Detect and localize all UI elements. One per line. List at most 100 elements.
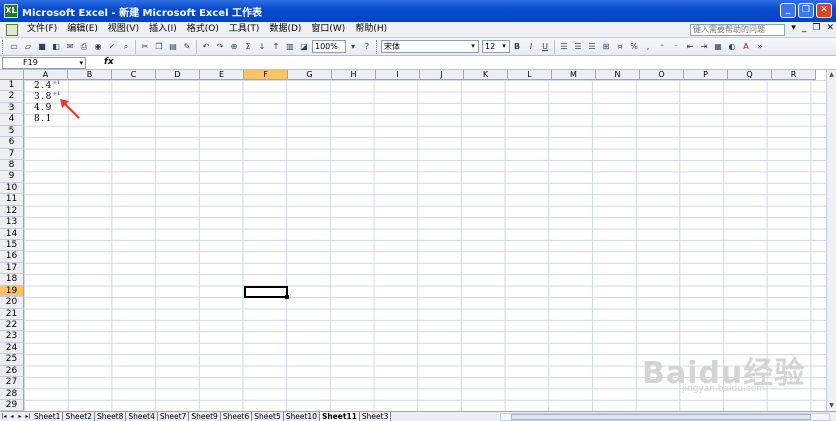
sheet-tab-sheet1[interactable]: Sheet1 <box>32 411 64 421</box>
column-header-n[interactable]: N <box>596 70 640 80</box>
print-preview-icon[interactable]: ◉ <box>92 40 104 54</box>
align-right-icon[interactable]: ☰ <box>586 40 598 54</box>
sheet-tab-sheet4[interactable]: Sheet4 <box>126 411 158 421</box>
prev-sheet-icon[interactable]: ◂ <box>8 413 16 420</box>
column-header-b[interactable]: B <box>68 70 112 80</box>
column-header-l[interactable]: L <box>508 70 552 80</box>
menu-tools[interactable]: 工具(T) <box>224 22 265 37</box>
row-header-13[interactable]: 13 <box>0 217 24 229</box>
menu-edit[interactable]: 编辑(E) <box>62 22 103 37</box>
toolbar-options-icon[interactable]: » <box>754 40 766 54</box>
scroll-down-icon[interactable]: ▼ <box>827 401 836 411</box>
column-header-h[interactable]: H <box>332 70 376 80</box>
row-header-9[interactable]: 9 <box>0 171 24 183</box>
row-header-10[interactable]: 10 <box>0 182 24 195</box>
row-header-18[interactable]: 18 <box>0 274 24 286</box>
new-icon[interactable]: ▭ <box>8 40 20 54</box>
merge-center-icon[interactable]: ⊞ <box>600 40 612 54</box>
row-header-26[interactable]: 26 <box>0 365 24 378</box>
zoom-select[interactable]: 100% <box>312 40 346 53</box>
close-button[interactable]: ✕ <box>816 3 832 18</box>
hyperlink-icon[interactable]: ⊕ <box>228 40 240 54</box>
row-header-28[interactable]: 28 <box>0 388 24 401</box>
cell-a1[interactable]: 2.4+1 <box>34 80 60 91</box>
sheet-tab-sheet6[interactable]: Sheet6 <box>221 411 253 421</box>
sheet-tab-sheet9[interactable]: Sheet9 <box>189 411 221 421</box>
font-size-dropdown-icon[interactable]: ▾ <box>499 41 509 52</box>
format-painter-icon[interactable]: ✎ <box>181 40 193 54</box>
selected-cell[interactable] <box>244 285 289 300</box>
cell-a2[interactable]: 3.8+1 <box>34 91 60 102</box>
toolbar-grip[interactable] <box>376 39 379 54</box>
name-box-dropdown-icon[interactable]: ▾ <box>79 58 83 68</box>
permission-icon[interactable]: ◧ <box>50 40 62 54</box>
sort-descending-icon[interactable]: ↑ <box>270 40 282 54</box>
next-sheet-icon[interactable]: ▸ <box>16 413 24 420</box>
font-size-select[interactable]: 12 ▾ <box>482 40 510 53</box>
font-dropdown-icon[interactable]: ▾ <box>468 41 478 52</box>
help-dropdown-icon[interactable]: ▾ <box>791 23 796 33</box>
underline-button[interactable]: U <box>539 40 551 54</box>
help-icon[interactable]: ? <box>361 40 373 54</box>
row-header-12[interactable]: 12 <box>0 205 24 218</box>
align-center-icon[interactable]: ☰ <box>572 40 584 54</box>
print-icon[interactable]: ⎙ <box>78 40 90 54</box>
redo-icon[interactable]: ↷ <box>214 40 226 54</box>
doc-minimize-button[interactable]: _ <box>802 23 807 33</box>
scroll-up-icon[interactable]: ▲ <box>827 70 836 80</box>
paste-icon[interactable]: ▤ <box>167 40 179 54</box>
cell-a4[interactable]: 8.1 <box>34 114 53 124</box>
autosum-icon[interactable]: Σ <box>242 40 254 54</box>
row-header-29[interactable]: 29 <box>0 400 24 411</box>
row-header-24[interactable]: 24 <box>0 342 24 355</box>
menu-help[interactable]: 帮助(H) <box>350 22 392 37</box>
spelling-icon[interactable]: ✓ <box>106 40 118 54</box>
restore-button[interactable]: ❐ <box>798 3 814 18</box>
row-header-16[interactable]: 16 <box>0 251 24 263</box>
zoom-dropdown-icon[interactable]: ▾ <box>347 40 359 54</box>
font-color-icon[interactable]: A <box>740 40 752 54</box>
increase-indent-icon[interactable]: ⇥ <box>698 40 710 54</box>
row-header-2[interactable]: 2 <box>0 91 24 103</box>
horizontal-scrollbar[interactable] <box>500 413 830 421</box>
row-header-21[interactable]: 21 <box>0 308 24 321</box>
research-icon[interactable]: ⌕ <box>120 40 132 54</box>
column-header-r[interactable]: R <box>772 70 816 80</box>
align-left-icon[interactable]: ☰ <box>558 40 570 54</box>
italic-button[interactable]: I <box>525 40 537 54</box>
cell-a3[interactable]: 4.9 <box>34 103 53 113</box>
sheet-tab-sheet3[interactable]: Sheet3 <box>360 411 392 421</box>
sheet-tab-sheet5[interactable]: Sheet5 <box>252 411 284 421</box>
toolbar-grip[interactable] <box>2 39 5 54</box>
row-header-17[interactable]: 17 <box>0 262 24 275</box>
help-search-input[interactable]: 键入需要帮助的问题 <box>690 24 785 36</box>
column-header-o[interactable]: O <box>640 70 684 80</box>
row-header-14[interactable]: 14 <box>0 228 24 240</box>
open-icon[interactable]: ▱ <box>22 40 34 54</box>
row-header-19[interactable]: 19 <box>0 285 24 298</box>
column-header-d[interactable]: D <box>156 70 200 80</box>
undo-icon[interactable]: ↶ <box>200 40 212 54</box>
menu-insert[interactable]: 插入(I) <box>144 22 182 37</box>
row-header-5[interactable]: 5 <box>0 125 24 138</box>
column-header-g[interactable]: G <box>288 70 332 80</box>
row-header-22[interactable]: 22 <box>0 320 24 332</box>
row-header-3[interactable]: 3 <box>0 102 24 115</box>
column-header-j[interactable]: J <box>420 70 464 80</box>
decrease-indent-icon[interactable]: ⇤ <box>684 40 696 54</box>
font-select[interactable]: 宋体 ▾ <box>381 40 479 53</box>
sort-ascending-icon[interactable]: ↓ <box>256 40 268 54</box>
currency-icon[interactable]: ¤ <box>614 40 626 54</box>
menu-file[interactable]: 文件(F) <box>22 22 62 37</box>
row-header-25[interactable]: 25 <box>0 354 24 366</box>
menu-format[interactable]: 格式(O) <box>182 22 224 37</box>
vertical-scrollbar[interactable]: ▲ ▼ <box>826 70 836 411</box>
column-header-p[interactable]: P <box>684 70 728 80</box>
row-header-1[interactable]: 1 <box>0 80 24 92</box>
column-header-e[interactable]: E <box>200 70 244 80</box>
menu-data[interactable]: 数据(D) <box>264 22 306 37</box>
name-box[interactable]: F19 ▾ <box>2 57 86 69</box>
row-header-6[interactable]: 6 <box>0 137 24 149</box>
doc-restore-button[interactable]: ❐ <box>812 23 820 33</box>
bold-button[interactable]: B <box>511 40 523 54</box>
